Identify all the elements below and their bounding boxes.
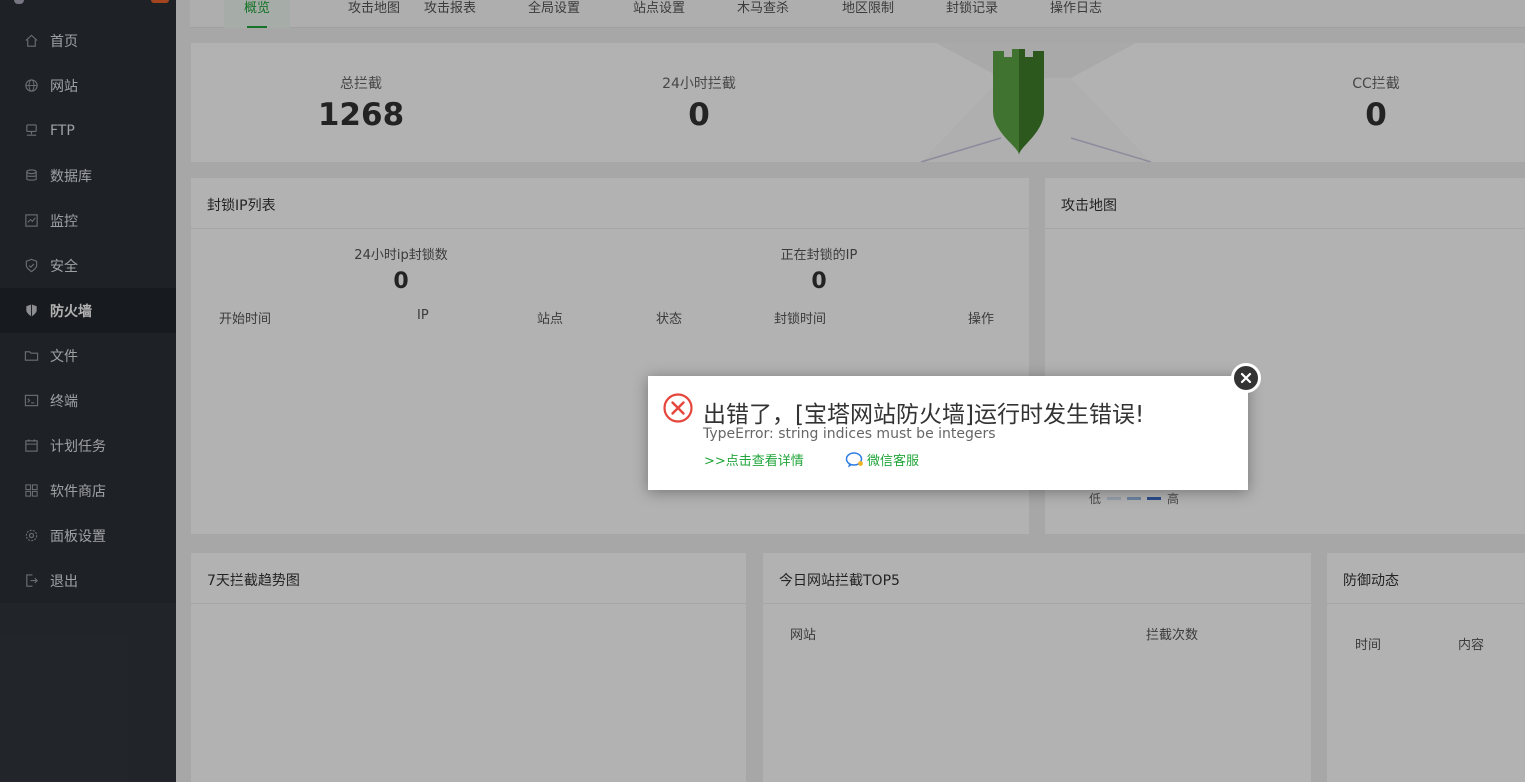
error-dialog: 出错了，[宝塔网站防火墙]运行时发生错误! TypeError: string …	[648, 376, 1248, 490]
error-icon	[662, 392, 694, 424]
dialog-title: 出错了，[宝塔网站防火墙]运行时发生错误!	[703, 402, 1145, 428]
chat-bubble-icon	[845, 451, 863, 467]
dialog-message: TypeError: string indices must be intege…	[703, 426, 996, 442]
view-details-link[interactable]: >>点击查看详情	[704, 450, 804, 469]
close-icon	[1240, 372, 1252, 384]
wechat-support-link[interactable]: 微信客服	[845, 450, 919, 469]
wechat-support-label: 微信客服	[867, 454, 920, 469]
dialog-close-button[interactable]	[1231, 363, 1261, 393]
